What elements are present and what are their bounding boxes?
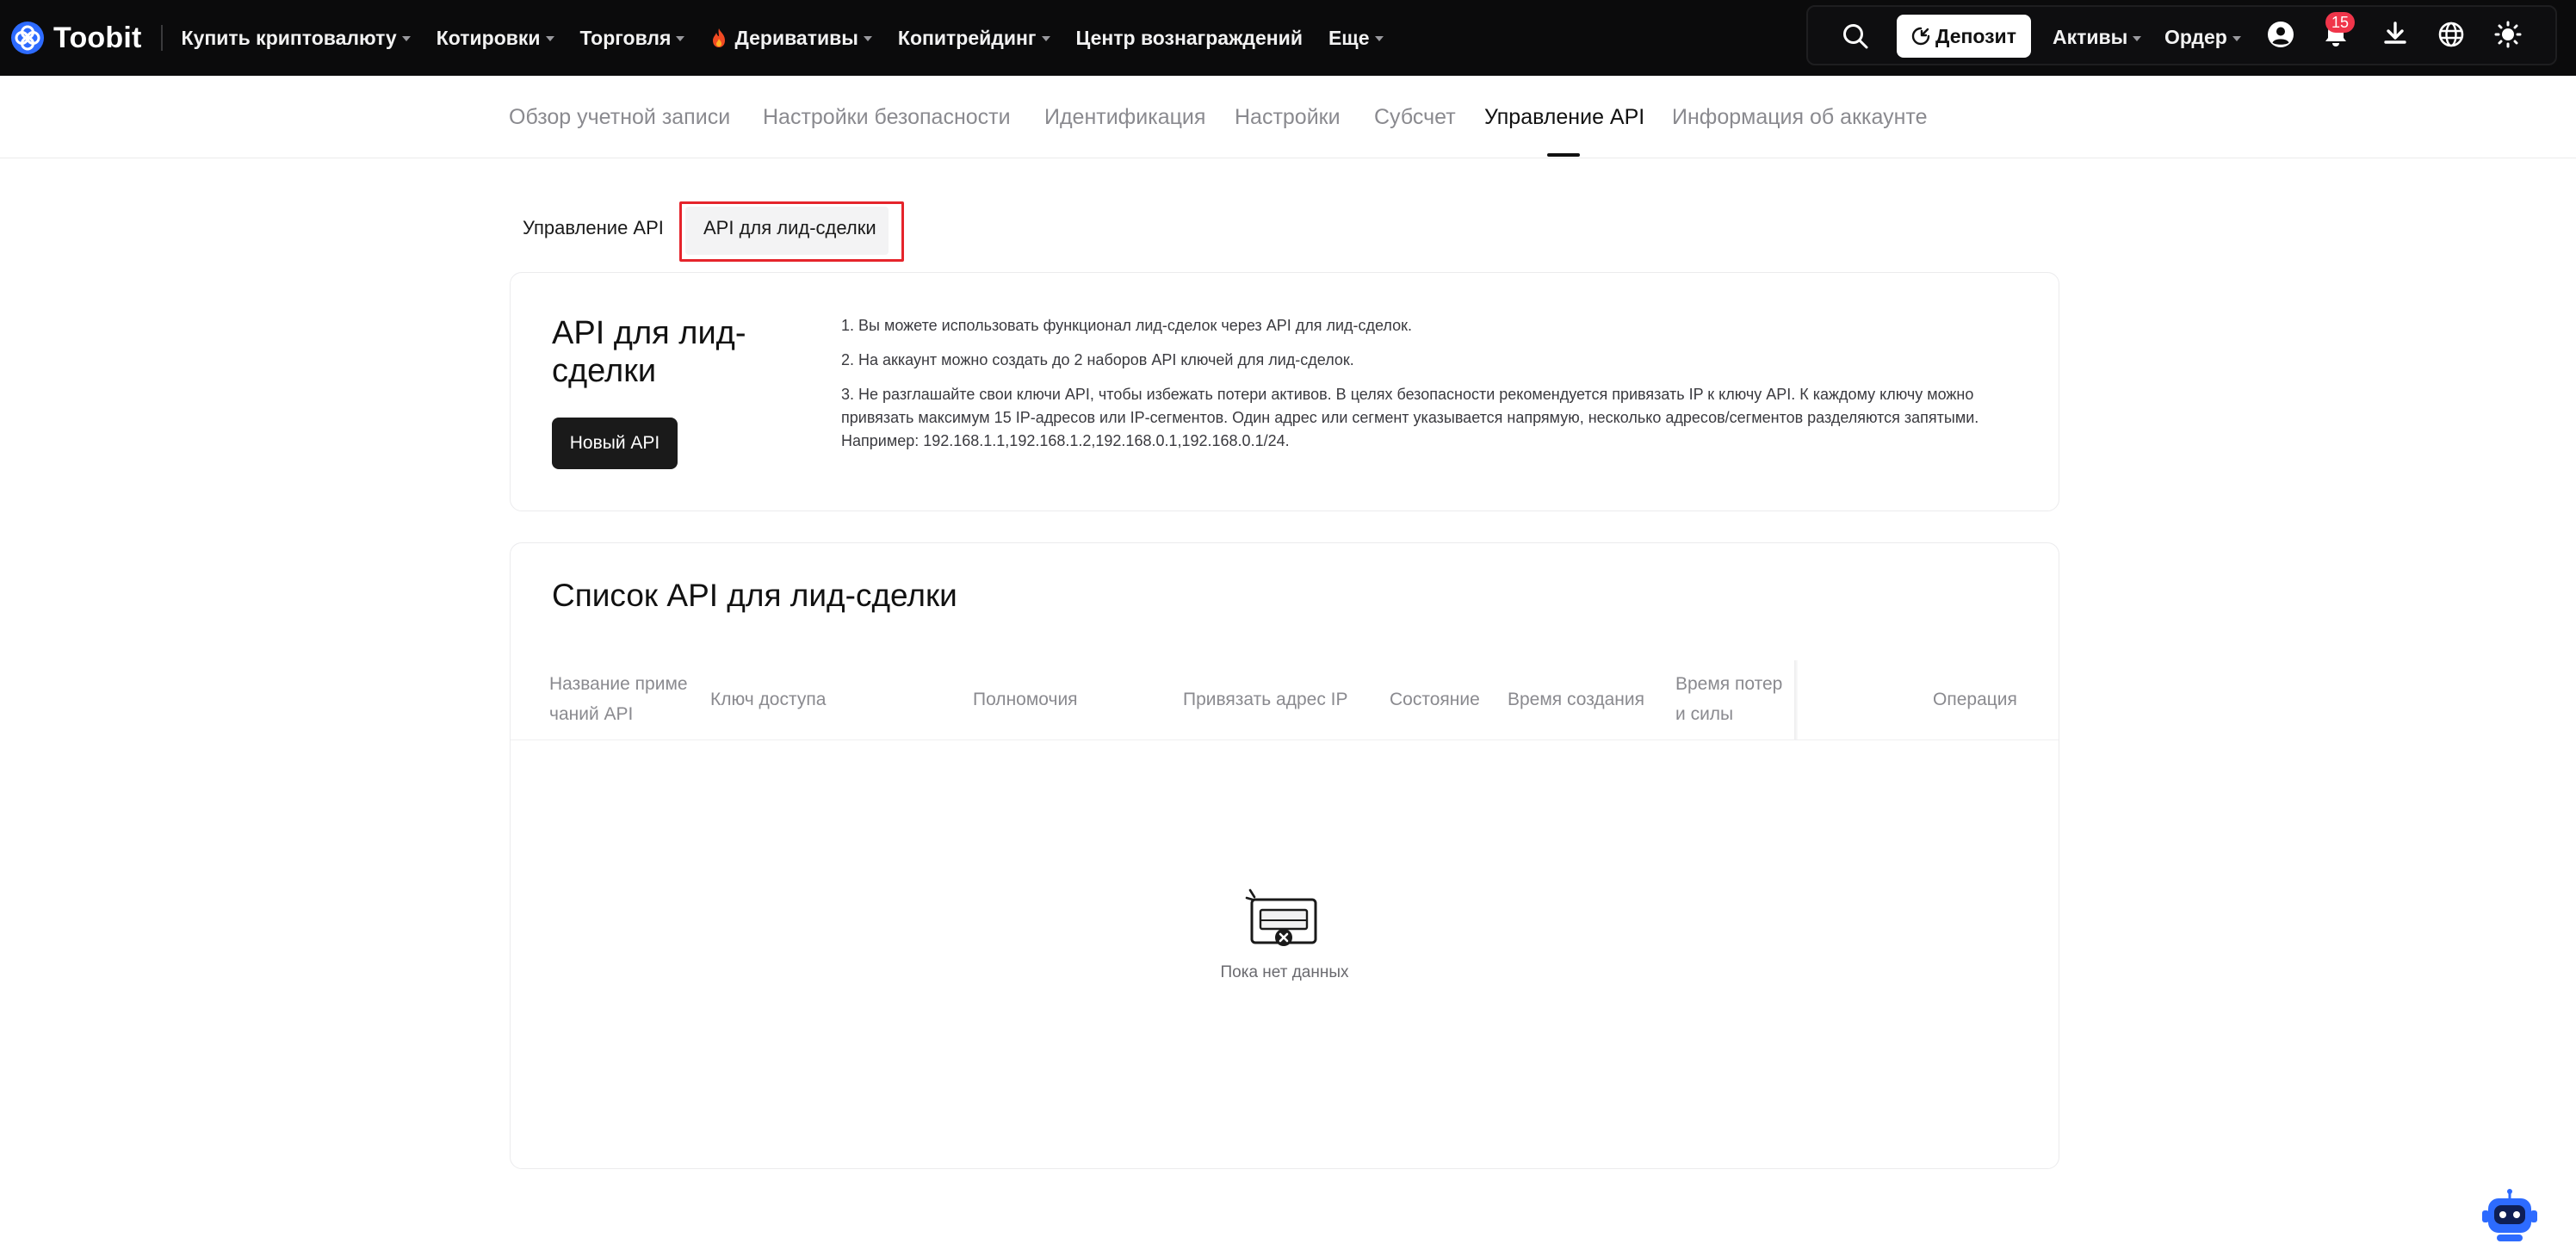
subtab-api-management[interactable]: Управление API [523, 217, 664, 239]
toobit-logo-icon [11, 22, 44, 54]
main-nav: Купить криптовалюту Котировки Торговля Д… [182, 27, 1409, 50]
nav-label: Еще [1328, 26, 1370, 49]
chevron-down-icon [545, 36, 554, 41]
note-item: 2. На аккаунт можно создать до 2 наборов… [841, 351, 1354, 368]
column-header-status: Состояние [1390, 690, 1480, 709]
list-title: Список API для лид-сделки [552, 578, 957, 613]
tab-security-settings[interactable]: Настройки безопасности [763, 105, 1011, 130]
chevron-down-icon [401, 36, 411, 41]
tab-settings[interactable]: Настройки [1235, 105, 1341, 130]
tab-account-overview[interactable]: Обзор учетной записи [509, 105, 730, 130]
note-item: 3. Не разглашайте свои ключи API, чтобы … [841, 386, 1979, 449]
note-item: 1. Вы можете использовать функционал лид… [841, 317, 1413, 334]
nav-rewards-center[interactable]: Центр вознаграждений [1076, 27, 1303, 50]
fixed-column-shadow [1794, 660, 1798, 739]
column-header-remark: Название приме чаний API [549, 674, 688, 724]
column-header-access-key: Ключ доступа [710, 690, 827, 709]
column-header-bind-ip: Привязать адрес IP [1183, 690, 1348, 709]
api-notes: 1. Вы можете использовать функционал лид… [841, 314, 2012, 464]
chevron-down-icon [2133, 35, 2142, 41]
empty-box-icon [1245, 888, 1317, 946]
chevron-down-icon [863, 36, 872, 41]
column-header-expiry: Время потер и силы [1675, 674, 1783, 724]
nav-more[interactable]: Еще [1328, 27, 1384, 50]
orders-menu[interactable]: Ордер [2164, 26, 2241, 49]
nav-copy-trading[interactable]: Копитрейдинг [898, 27, 1050, 50]
chevron-down-icon [2232, 35, 2241, 41]
assets-menu[interactable]: Активы [2053, 26, 2142, 49]
notification-count-badge: 15 [2325, 12, 2355, 33]
chevron-down-icon [1041, 36, 1050, 41]
tab-subaccount[interactable]: Субсчет [1374, 105, 1456, 130]
lead-api-info-card: API для лид-сделки Новый API 1. Вы может… [510, 272, 2059, 511]
column-header-permissions: Полномочия [973, 690, 1078, 709]
nav-markets[interactable]: Котировки [437, 27, 554, 50]
theme-sun-icon[interactable] [2494, 21, 2522, 48]
orders-label: Ордер [2164, 26, 2227, 48]
tab-account-info[interactable]: Информация об аккаунте [1672, 105, 1928, 130]
column-header-created: Время создания [1508, 690, 1644, 709]
deposit-label: Депозит [1935, 24, 2016, 47]
nav-buy-crypto[interactable]: Купить криптовалюту [182, 27, 411, 50]
chevron-down-icon [676, 36, 685, 41]
card-title: API для лид-сделки [552, 315, 746, 389]
assets-label: Активы [2053, 26, 2128, 48]
nav-label: Котировки [436, 26, 541, 49]
support-chatbot-icon[interactable] [2480, 1188, 2540, 1245]
logo-text: Toobit [53, 21, 142, 54]
fire-icon [713, 28, 726, 47]
tab-api-management[interactable]: Управление API [1484, 105, 1644, 130]
tab-identification[interactable]: Идентификация [1044, 105, 1205, 130]
empty-state-text: Пока нет данных [1220, 963, 1349, 981]
active-tab-indicator [1547, 153, 1580, 157]
new-api-button[interactable]: Новый API [552, 418, 678, 469]
subtab-lead-trading-api[interactable]: API для лид-сделки [703, 217, 876, 239]
nav-label: Деривативы [734, 26, 858, 49]
nav-label: Торговля [579, 26, 672, 49]
chevron-down-icon [1374, 36, 1384, 41]
download-icon[interactable] [2381, 21, 2409, 48]
language-globe-icon[interactable] [2437, 21, 2465, 48]
user-avatar-icon[interactable] [2267, 21, 2294, 48]
toobit-logo[interactable]: Toobit [10, 21, 142, 55]
table-header-divider [511, 739, 2059, 740]
nav-label: Центр вознаграждений [1075, 26, 1303, 49]
deposit-button[interactable]: Депозит [1897, 15, 2031, 58]
search-icon[interactable] [1841, 22, 1870, 51]
column-header-operation: Операция [1933, 690, 2017, 709]
logo-divider [160, 25, 163, 51]
nav-label: Купить криптовалюту [181, 26, 397, 49]
lead-api-list-card: Список API для лид-сделки Название приме… [510, 542, 2059, 1169]
nav-derivatives[interactable]: Деривативы [710, 26, 872, 50]
nav-trade[interactable]: Торговля [580, 27, 685, 50]
account-tabs: Обзор учетной записи Настройки безопасно… [0, 76, 2576, 158]
deposit-icon [1911, 27, 1930, 46]
nav-label: Копитрейдинг [897, 26, 1037, 49]
